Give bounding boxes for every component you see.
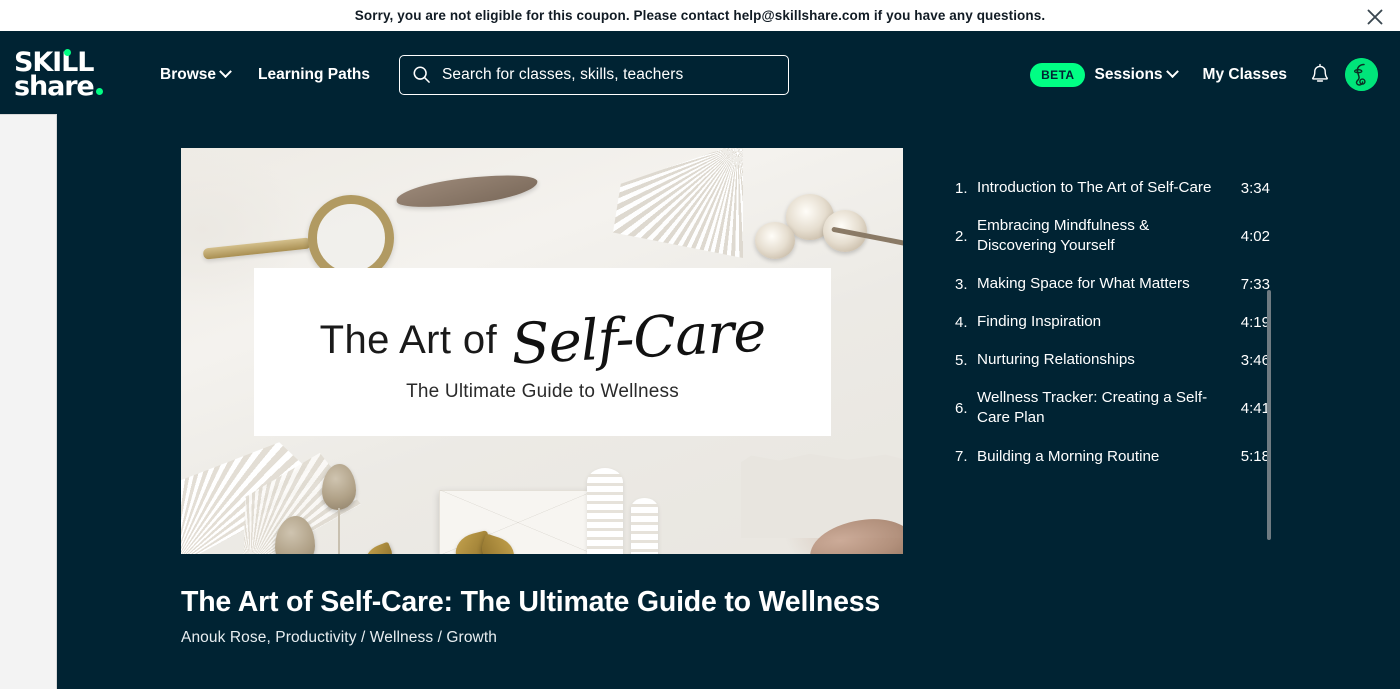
playlist-scrollbar[interactable] <box>1267 290 1271 540</box>
user-avatar-icon <box>1345 58 1378 91</box>
playlist-item-label: Introduction to The Art of Self-Care <box>977 179 1212 196</box>
cover-title-row: The Art of Self-Care <box>319 299 767 377</box>
palm-leaf-decor <box>613 148 743 258</box>
playlist-item-label: Nurturing Relationships <box>977 351 1135 369</box>
playlist-item-number: 7. <box>955 448 968 466</box>
leaf-sprig-decor <box>587 468 623 554</box>
nav-browse-label: Browse <box>160 65 216 83</box>
playlist-item[interactable]: 6. Wellness Tracker: Creating a Self-Care… <box>955 379 1270 437</box>
stem-decor <box>338 508 340 554</box>
logo-period-icon <box>95 87 103 95</box>
search-icon <box>413 66 430 83</box>
logo-line-2: share <box>14 70 95 102</box>
playlist-item[interactable]: 7. Building a Morning Routine 5:18 <box>955 438 1270 476</box>
playlist-item-number: 4. <box>955 313 968 331</box>
playlist-item-number: 2. <box>955 227 968 245</box>
video-byline: Anouk Rose, Productivity / Wellness / Gr… <box>181 629 497 646</box>
playlist-item-duration: 4:41 <box>1240 399 1270 417</box>
playlist-item-label: Wellness Tracker: Creating a Self-Care P… <box>977 389 1208 427</box>
logo-dot-icon <box>64 48 71 56</box>
playlist-item-label: Embracing Mindfulness & Discovering Your… <box>977 217 1150 255</box>
playlist-item[interactable]: 3. Making Space for What Matters 7:33 <box>955 265 1270 303</box>
skillshare-logo[interactable]: SKILL share <box>14 48 122 100</box>
video-player[interactable]: The Art of Self-Care The Ultimate Guide … <box>181 148 903 554</box>
logo-line-2-wrap: share <box>14 73 122 100</box>
nav-sessions-label: Sessions <box>1094 65 1163 83</box>
playlist-item[interactable]: 1. Introduction to The Art of Self-Care 3:… <box>955 169 1270 207</box>
nav-item-browse[interactable]: Browse <box>160 65 232 84</box>
playlist-item[interactable]: 5. Nurturing Relationships 3:46 <box>955 341 1270 379</box>
leaf-sprig-decor <box>631 498 658 554</box>
nav-item-sessions[interactable]: Sessions <box>1094 65 1179 84</box>
dried-pod-decor <box>394 169 540 213</box>
search-placeholder-text: Search for classes, skills, teachers <box>441 65 684 83</box>
cover-subtitle: The Ultimate Guide to Wellness <box>406 380 679 402</box>
playlist-item[interactable]: 2. Embracing Mindfulness & Discovering Yo… <box>955 207 1270 265</box>
nav-learning-paths-label: Learning Paths <box>258 65 370 83</box>
header-right-cluster: BETA Sessions My Classes <box>1030 58 1378 91</box>
page-title: The Art of Self-Care: The Ultimate Guide… <box>181 586 881 618</box>
playlist-item-label: Finding Inspiration <box>977 313 1102 331</box>
chevron-down-icon <box>1165 65 1179 79</box>
close-icon-glyph <box>1367 9 1383 25</box>
playlist-item-number: 6. <box>955 399 968 417</box>
nav-item-my-classes[interactable]: My Classes <box>1203 66 1287 84</box>
thistle-decor <box>322 464 356 510</box>
playlist-item-duration: 3:34 <box>1240 179 1270 197</box>
nav-item-learning-paths[interactable]: Learning Paths <box>258 66 370 84</box>
playlist-item-number: 1. <box>955 179 968 197</box>
playlist-item-number: 3. <box>955 275 968 293</box>
banner-message: Sorry, you are not eligible for this cou… <box>354 8 1046 23</box>
playlist-item[interactable]: 4. Finding Inspiration 4:19 <box>955 303 1270 341</box>
playlist-item-duration: 4:02 <box>1240 227 1270 245</box>
playlist-item-label: Building a Morning Routine <box>977 447 1160 465</box>
site-header: SKILL share Browse Learning Paths Search… <box>0 35 1400 114</box>
magnifier-handle-decor <box>202 237 312 260</box>
beta-badge[interactable]: BETA <box>1030 62 1086 87</box>
nav-my-classes-label: My Classes <box>1202 65 1287 83</box>
notification-bell-icon-glyph <box>1312 63 1328 82</box>
chevron-down-icon <box>219 65 232 79</box>
playlist-item-label: Making Space for What Matters <box>977 275 1190 293</box>
dried-flower-decor <box>755 222 795 259</box>
cover-title-part-2: Self-Care <box>509 298 768 378</box>
playlist-item-number: 5. <box>955 351 968 369</box>
main-stage: The Art of Self-Care The Ultimate Guide … <box>0 114 1400 689</box>
lesson-playlist: 1. Introduction to The Art of Self-Care 3:… <box>955 169 1270 649</box>
avatar[interactable] <box>1345 58 1378 91</box>
notification-bell-icon[interactable] <box>1309 63 1331 87</box>
cover-title-part-1: The Art of <box>319 317 498 362</box>
close-icon[interactable] <box>1362 4 1388 30</box>
playlist-item-duration: 7:33 <box>1240 275 1270 293</box>
cover-title-card: The Art of Self-Care The Ultimate Guide … <box>254 268 831 436</box>
search-input[interactable]: Search for classes, skills, teachers <box>398 54 789 95</box>
playlist-item-duration: 5:18 <box>1240 448 1270 466</box>
coupon-error-banner: Sorry, you are not eligible for this cou… <box>0 0 1400 33</box>
playlist-item-duration: 3:46 <box>1240 351 1270 369</box>
playlist-item-duration: 4:19 <box>1240 313 1270 331</box>
butterfly-decor <box>361 541 397 554</box>
